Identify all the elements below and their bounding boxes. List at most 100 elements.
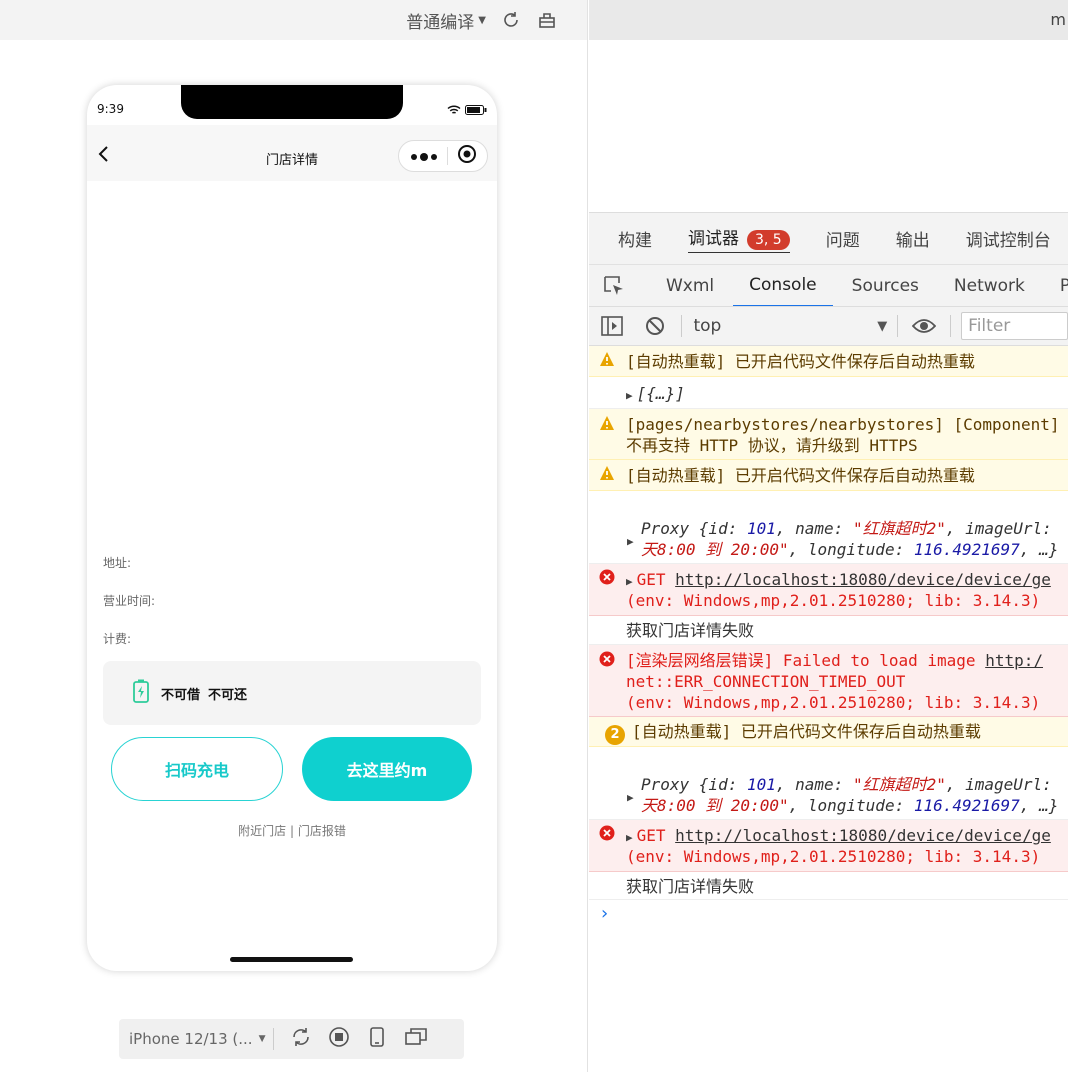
cleaner-icon[interactable] bbox=[536, 9, 558, 31]
titlebar-text: m bbox=[1050, 10, 1066, 29]
eye-icon[interactable] bbox=[912, 314, 937, 338]
hours-label: 营业时间: bbox=[103, 594, 156, 608]
log-message: Proxy {id: 101, name: "红旗超时2", imageUrl: bbox=[641, 519, 1052, 538]
inspect-element-icon[interactable] bbox=[602, 274, 626, 298]
log-message: 天8:00 到 20:00", longitude: 116.4921697, … bbox=[641, 540, 1059, 559]
log-message: ▶ GET http://localhost:18080/device/devic… bbox=[626, 569, 1051, 592]
expand-triangle-icon: ▶ bbox=[626, 389, 633, 402]
chevron-down-icon: ▼ bbox=[877, 318, 888, 334]
console-error-row[interactable]: ▶ GET http://localhost:18080/device/devic… bbox=[589, 564, 1068, 616]
console-prompt-icon[interactable]: › bbox=[601, 903, 608, 924]
sidebar-toggle-icon[interactable] bbox=[600, 314, 623, 338]
window-icon[interactable] bbox=[404, 1026, 428, 1052]
chevron-down-icon: ▼ bbox=[478, 14, 486, 26]
console-log-row[interactable]: ▶ [{…}] bbox=[589, 377, 1068, 409]
log-message: 不再支持 HTTP 协议，请升级到 HTTPS bbox=[626, 436, 918, 455]
console-log-row[interactable]: ▶ Proxy {id: 101, name: "红旗超时2", imageUr… bbox=[589, 747, 1068, 820]
simulator-pane: 普通编译 ▼ 9:39 门店详情 地址: 营业时间: 计费: 不可借 不可还 扫… bbox=[0, 0, 588, 1072]
pane-divider[interactable] bbox=[587, 0, 588, 1072]
request-url-link[interactable]: http://localhost:18080/device/device/ge bbox=[675, 826, 1051, 845]
close-target-icon[interactable] bbox=[457, 144, 477, 168]
battery-icon bbox=[465, 105, 487, 115]
capsule-divider bbox=[446, 147, 448, 165]
footer-links[interactable]: 附近门店 | 门店报错 bbox=[87, 822, 497, 839]
borrow-status: 不可借 bbox=[161, 687, 201, 703]
error-icon bbox=[599, 569, 615, 590]
nav-bar: 门店详情 bbox=[87, 125, 497, 181]
phone-notch bbox=[181, 85, 403, 119]
wifi-icon bbox=[447, 105, 461, 114]
return-status: 不可还 bbox=[208, 687, 248, 703]
tab-performance[interactable]: Pe bbox=[1060, 265, 1068, 307]
tab-network[interactable]: Network bbox=[954, 265, 1025, 307]
tab-build[interactable]: 构建 bbox=[618, 226, 652, 251]
tab-debugger[interactable]: 调试器 3, 5 bbox=[688, 224, 790, 253]
tab-output[interactable]: 输出 bbox=[896, 226, 930, 251]
availability-card: 不可借 不可还 bbox=[103, 661, 481, 725]
chevron-down-icon: ▼ bbox=[258, 1034, 266, 1044]
go-here-button[interactable]: 去这里约m bbox=[302, 737, 472, 801]
tab-sources[interactable]: Sources bbox=[852, 265, 919, 307]
toolbar-divider bbox=[897, 315, 899, 337]
warning-icon bbox=[599, 465, 615, 486]
expand-triangle-icon: ▶ bbox=[627, 535, 634, 548]
console-warning-row: 2 [自动热重载] 已开启代码文件保存后自动热重载 bbox=[589, 717, 1068, 747]
console-log-row: 获取门店详情失败 bbox=[589, 872, 1068, 900]
scan-charge-button[interactable]: 扫码充电 bbox=[111, 737, 283, 801]
log-message: [渲染层网络层错误] Failed to load image http:/ bbox=[626, 651, 1043, 670]
log-message: (env: Windows,mp,2.01.2510280; lib: 3.14… bbox=[626, 847, 1041, 866]
phone-frame: 9:39 门店详情 地址: 营业时间: 计费: 不可借 不可还 扫码充电 去这里… bbox=[87, 85, 497, 971]
more-dots-icon[interactable] bbox=[410, 147, 438, 166]
log-message: [pages/nearbystores/nearbystores] [Compo… bbox=[626, 415, 1060, 434]
console-log-row[interactable]: ▶ Proxy {id: 101, name: "红旗超时2", imageUr… bbox=[589, 491, 1068, 564]
status-icons bbox=[447, 105, 487, 115]
warning-icon bbox=[599, 351, 615, 372]
home-indicator bbox=[230, 957, 353, 962]
tab-console[interactable]: Console bbox=[733, 265, 833, 307]
address-label: 地址: bbox=[103, 556, 132, 570]
log-message: (env: Windows,mp,2.01.2510280; lib: 3.14… bbox=[626, 693, 1041, 712]
tab-problems[interactable]: 问题 bbox=[826, 226, 860, 251]
compile-mode-select[interactable]: 普通编译 ▼ bbox=[406, 8, 486, 33]
error-icon bbox=[599, 825, 615, 846]
debug-panel-tabs: 构建 调试器 3, 5 问题 输出 调试控制台 bbox=[589, 212, 1068, 264]
console-error-row[interactable]: ▶ GET http://localhost:18080/device/devic… bbox=[589, 820, 1068, 872]
log-message: Proxy {id: 101, name: "红旗超时2", imageUrl: bbox=[641, 775, 1052, 794]
device-select[interactable]: iPhone 12/13 (... ▼ bbox=[129, 1030, 265, 1048]
simulator-toolbar: 普通编译 ▼ bbox=[0, 0, 588, 40]
log-message: 天8:00 到 20:00", longitude: 116.4921697, … bbox=[641, 796, 1059, 815]
log-message: 获取门店详情失败 bbox=[626, 621, 755, 640]
toolbar-divider bbox=[273, 1028, 275, 1050]
phone-icon[interactable] bbox=[366, 1026, 388, 1052]
console-toolbar: top ▼ Filter bbox=[589, 306, 1068, 346]
expand-triangle-icon: ▶ bbox=[627, 791, 634, 804]
devtools-titlebar: m bbox=[589, 0, 1068, 40]
clear-console-icon[interactable] bbox=[643, 314, 666, 338]
expand-triangle-icon: ▶ bbox=[626, 575, 633, 588]
status-time: 9:39 bbox=[97, 102, 124, 116]
console-warning-row: [pages/nearbystores/nearbystores] [Compo… bbox=[589, 409, 1068, 460]
refresh-icon[interactable] bbox=[500, 9, 522, 31]
context-select[interactable]: top ▼ bbox=[693, 316, 887, 336]
toolbar-divider bbox=[950, 315, 952, 337]
device-toolbar: iPhone 12/13 (... ▼ bbox=[119, 1019, 464, 1059]
log-message: 获取门店详情失败 bbox=[626, 877, 755, 896]
issue-count-badge: 3, 5 bbox=[747, 230, 790, 250]
editor-area bbox=[589, 40, 1068, 212]
repeat-count-badge: 2 bbox=[605, 722, 625, 745]
menu-capsule bbox=[398, 140, 488, 172]
console-error-row[interactable]: [渲染层网络层错误] Failed to load image http:/ n… bbox=[589, 645, 1068, 717]
image-url-link[interactable]: http:/ bbox=[985, 651, 1043, 670]
devtools-tabs: Wxml Console Sources Network Pe bbox=[589, 264, 1068, 307]
filter-input[interactable]: Filter bbox=[961, 312, 1068, 340]
tab-debugger-label: 调试器 bbox=[688, 229, 739, 249]
tab-debug-console[interactable]: 调试控制台 bbox=[966, 226, 1051, 251]
context-value: top bbox=[693, 316, 722, 336]
rotate-icon[interactable] bbox=[290, 1026, 312, 1052]
devtools-pane: m 构建 调试器 3, 5 问题 输出 调试控制台 Wxml Console So… bbox=[589, 0, 1068, 1072]
request-url-link[interactable]: http://localhost:18080/device/device/ge bbox=[675, 570, 1051, 589]
log-message: (env: Windows,mp,2.01.2510280; lib: 3.14… bbox=[626, 591, 1041, 610]
expand-triangle-icon: ▶ bbox=[626, 831, 633, 844]
stop-icon[interactable] bbox=[328, 1026, 350, 1052]
tab-wxml[interactable]: Wxml bbox=[666, 265, 714, 307]
